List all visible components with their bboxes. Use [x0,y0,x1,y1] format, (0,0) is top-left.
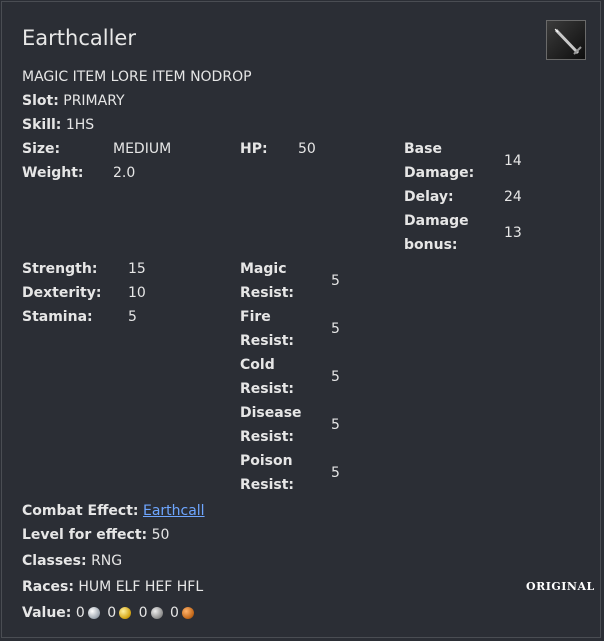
level-for-effect-row: Level for effect: 50 [22,523,169,547]
dexterity-label: Dexterity: [22,285,102,301]
stamina-value: 5 [128,309,137,325]
poison-resist-value: 5 [331,465,340,481]
slot-row: Slot: PRIMARY [22,89,125,113]
gold-coin-icon [119,607,132,619]
delay-label: Delay: [404,189,454,205]
item-title: Earthcaller [22,26,136,50]
damage-bonus-label-1: Damage [404,213,469,229]
classes-row: Classes: RNG [22,549,122,573]
damage-bonus-label-2: bonus: [404,237,458,253]
strength-value: 15 [128,261,146,277]
base-damage-label-1: Base [404,141,442,157]
poison-resist-label-1: Poison [240,453,293,469]
silver-amount: 0 [138,605,148,621]
silver-coin-icon [150,607,163,619]
fire-resist-value: 5 [331,321,340,337]
combat-effect-row: Combat Effect: Earthcall [22,499,205,523]
platinum-amount: 0 [75,605,85,621]
magic-resist-label-1: Magic [240,261,287,277]
slot-label: Slot: [22,93,59,109]
cold-resist-value: 5 [331,369,340,385]
fire-resist-label-1: Fire [240,309,271,325]
delay-value: 24 [504,189,522,205]
hp-value: 50 [298,141,316,157]
weight-label: Weight: [22,165,84,181]
hp-label: HP: [240,141,268,157]
races-row: Races: HUM ELF HEF HFL [22,575,203,599]
strength-label: Strength: [22,261,98,277]
classes-value: RNG [91,553,123,569]
classes-label: Classes: [22,553,87,569]
fire-resist-label-2: Resist: [240,333,295,349]
skill-label: Skill: [22,117,62,133]
level-for-effect-label: Level for effect: [22,527,148,543]
copper-amount: 0 [169,605,179,621]
cold-resist-label-2: Resist: [240,381,295,397]
size-value: MEDIUM [113,141,172,157]
level-for-effect-value: 50 [151,527,170,543]
races-label: Races: [22,579,74,595]
magic-resist-value: 5 [331,273,340,289]
magic-resist-label-2: Resist: [240,285,295,301]
weight-value: 2.0 [113,165,136,181]
item-flags: MAGIC ITEM LORE ITEM NODROP [22,69,252,85]
slot-value: PRIMARY [63,93,125,109]
value-label: Value: [22,605,72,621]
gold-amount: 0 [107,605,117,621]
value-row: Value: 0 0 0 0 [22,601,197,625]
combat-effect-label: Combat Effect: [22,503,139,519]
dexterity-value: 10 [128,285,146,301]
disease-resist-label-1: Disease [240,405,302,421]
disease-resist-label-2: Resist: [240,429,295,445]
size-label: Size: [22,141,61,157]
skill-value: 1HS [65,117,95,133]
platinum-coin-icon [87,607,100,619]
original-watermark: ORIGINAL [526,580,595,593]
disease-resist-value: 5 [331,417,340,433]
base-damage-label-2: Damage: [404,165,475,181]
skill-row: Skill: 1HS [22,113,94,137]
stamina-label: Stamina: [22,309,93,325]
item-window: Earthcaller MAGIC ITEM LORE ITEM NODROP … [1,1,601,638]
races-value: HUM ELF HEF HFL [78,579,204,595]
copper-coin-icon [181,607,194,619]
base-damage-value: 14 [504,153,522,169]
poison-resist-label-2: Resist: [240,477,295,493]
combat-effect-link[interactable]: Earthcall [143,503,205,519]
cold-resist-label-1: Cold [240,357,275,373]
damage-bonus-value: 13 [504,225,522,241]
sword-icon [546,20,586,60]
